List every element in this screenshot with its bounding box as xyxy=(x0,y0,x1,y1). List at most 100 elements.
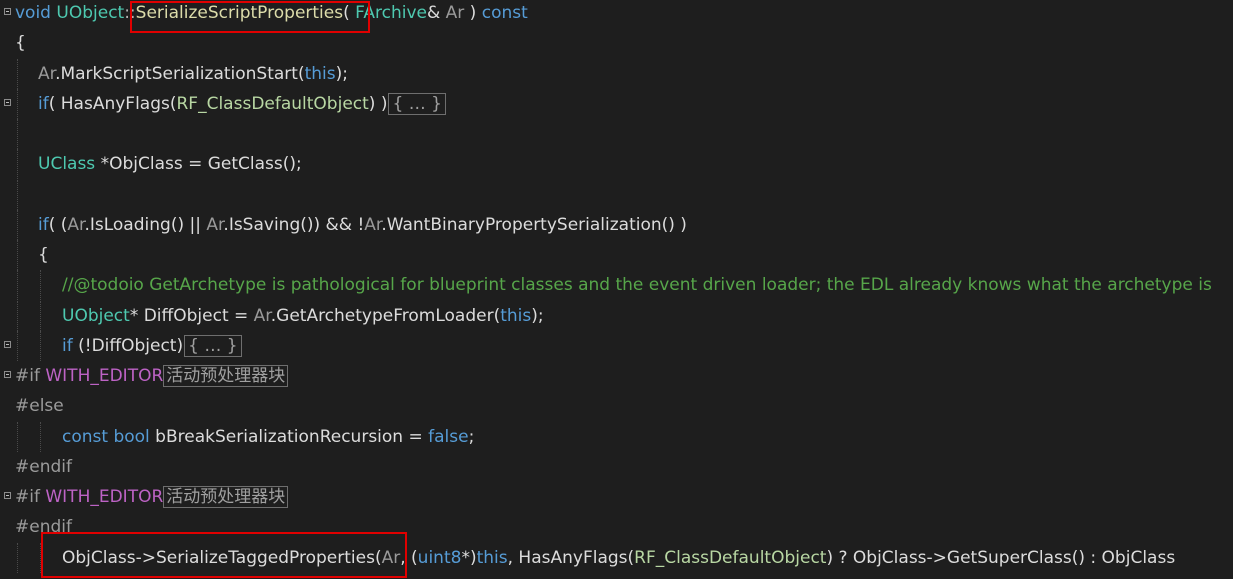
code-token: ); xyxy=(531,305,544,326)
code-token: FArchive xyxy=(355,3,427,23)
code-text: UClass *ObjClass = GetClass(); xyxy=(38,149,302,179)
code-token: , ( xyxy=(400,547,418,568)
code-token: GetClass xyxy=(207,154,283,175)
code-line: #else xyxy=(0,391,1233,421)
code-line: #endif xyxy=(0,512,1233,542)
indent-guide xyxy=(40,270,41,301)
code-token: ( ( xyxy=(48,214,68,235)
code-token: SerializeTaggedProperties xyxy=(156,547,375,568)
code-token: (); xyxy=(282,154,302,175)
code-line: UClass *ObjClass = GetClass(); xyxy=(0,149,1233,180)
code-text: if( (Ar.IsLoading() || Ar.IsSaving()) &&… xyxy=(38,210,687,240)
collapse-toggle-icon[interactable] xyxy=(4,8,11,15)
indent-guide xyxy=(40,300,41,331)
code-text: #if WITH_EDITOR 活动预处理器块 xyxy=(15,482,289,512)
indent-guide xyxy=(17,240,18,270)
code-line: const bool bBreakSerializationRecursion … xyxy=(0,421,1233,452)
code-text: #if WITH_EDITOR 活动预处理器块 xyxy=(15,361,289,391)
code-token: #if xyxy=(15,366,40,386)
code-token: () || xyxy=(170,214,207,235)
indent-guide xyxy=(40,542,41,573)
code-token: WITH_EDITOR xyxy=(45,487,164,507)
code-token: bool xyxy=(113,426,150,447)
indent-guide xyxy=(40,421,41,452)
code-text: #endif xyxy=(15,452,72,482)
indent-guide xyxy=(17,58,18,89)
code-text: //@todoio GetArchetype is pathological f… xyxy=(62,270,1212,300)
code-text: if( HasAnyFlags(RF_ClassDefaultObject) )… xyxy=(38,89,446,119)
code-token: GetSuperClass xyxy=(946,547,1072,568)
code-token: Ar xyxy=(381,547,401,568)
code-token: UObject xyxy=(56,3,125,23)
code-token: (!DiffObject) xyxy=(72,335,184,356)
code-token: HasAnyFlags xyxy=(60,93,170,114)
code-token: ( xyxy=(374,547,382,568)
code-token: ); xyxy=(335,63,349,84)
code-text: Ar.MarkScriptSerializationStart(this); xyxy=(38,59,348,89)
code-token: Ar xyxy=(38,63,56,84)
code-token: #endif xyxy=(15,517,72,538)
collapse-toggle-icon[interactable] xyxy=(4,371,11,378)
code-token: *ObjClass = xyxy=(95,154,208,175)
code-line xyxy=(0,119,1233,149)
indent-guide xyxy=(17,209,18,240)
code-token: this xyxy=(476,547,508,568)
code-token: RF_ClassDefaultObject xyxy=(634,547,827,568)
code-token: if xyxy=(38,93,49,114)
code-token: bBreakSerializationRecursion = xyxy=(149,426,429,447)
code-line: #endif xyxy=(0,452,1233,482)
code-token: void xyxy=(15,3,57,23)
collapsed-block-indicator[interactable]: { … } xyxy=(184,334,242,357)
code-line: #if WITH_EDITOR 活动预处理器块 xyxy=(0,361,1233,391)
code-line: if( (Ar.IsLoading() || Ar.IsSaving()) &&… xyxy=(0,209,1233,240)
code-token: ()) && ! xyxy=(300,214,365,235)
collapse-toggle-icon[interactable] xyxy=(4,340,11,348)
code-text: #else xyxy=(15,391,64,421)
code-text: { xyxy=(15,28,26,58)
preprocessor-block-tag[interactable]: 活动预处理器块 xyxy=(163,486,289,508)
indent-guide xyxy=(17,542,18,573)
code-token: Ar xyxy=(206,214,224,235)
indent-guide xyxy=(17,300,18,331)
code-token: { xyxy=(38,245,49,265)
code-line: Ar.MarkScriptSerializationStart(this); xyxy=(0,58,1233,89)
code-token: ) xyxy=(464,3,482,23)
code-token: ObjClass-> xyxy=(62,547,156,568)
code-token: { xyxy=(15,33,26,54)
code-line: UObject* DiffObject = Ar.GetArchetypeFro… xyxy=(0,300,1233,331)
code-line: if (!DiffObject){ … } xyxy=(0,330,1233,361)
code-token: ) ) xyxy=(368,93,388,114)
code-token: WantBinaryPropertySerialization xyxy=(386,214,662,235)
collapse-toggle-icon[interactable] xyxy=(4,98,11,106)
preprocessor-block-tag[interactable]: 活动预处理器块 xyxy=(163,365,289,387)
collapsed-block-indicator[interactable]: { … } xyxy=(388,92,446,115)
code-token: IsLoading xyxy=(89,214,171,235)
code-text: ObjClass->SerializeTaggedProperties(Ar, … xyxy=(62,543,1175,573)
code-token: UClass xyxy=(38,154,96,175)
collapse-toggle-icon[interactable] xyxy=(4,492,11,499)
code-token: Ar xyxy=(67,214,85,235)
code-text: void UObject::SerializeScriptProperties(… xyxy=(15,0,528,28)
code-token: const xyxy=(62,426,109,447)
code-token: ; xyxy=(468,426,475,447)
code-token: if xyxy=(38,214,49,235)
code-token: UObject xyxy=(62,305,130,326)
code-token: this xyxy=(500,305,532,326)
code-token: const xyxy=(481,3,528,23)
code-token: HasAnyFlags xyxy=(518,547,628,568)
code-token: #endif xyxy=(15,456,72,477)
code-line: { xyxy=(0,240,1233,270)
code-line xyxy=(0,179,1233,210)
code-token: RF_ClassDefaultObject xyxy=(176,93,369,114)
code-token: Ar xyxy=(253,305,271,326)
code-editor[interactable]: void UObject::SerializeScriptProperties(… xyxy=(0,0,1233,579)
indent-guide xyxy=(17,149,18,180)
indent-guide xyxy=(17,119,18,149)
code-token: WITH_EDITOR xyxy=(45,366,164,386)
code-line: { xyxy=(0,28,1233,58)
code-token: SerializeScriptProperties xyxy=(135,3,344,23)
code-token: if xyxy=(62,335,73,356)
code-token: * DiffObject = xyxy=(129,305,254,326)
code-token: () ) xyxy=(661,214,687,235)
code-text: { xyxy=(38,240,49,270)
